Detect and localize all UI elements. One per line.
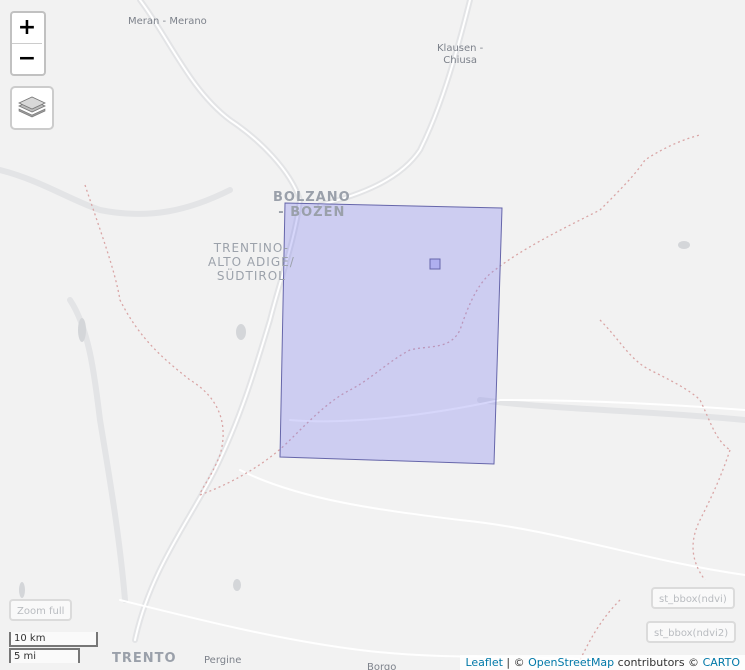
place-label-meran: Meran - Merano	[128, 16, 207, 27]
layers-icon	[18, 96, 46, 118]
layers-control-button[interactable]	[10, 86, 54, 130]
zoom-full-button[interactable]: Zoom full	[9, 599, 73, 621]
map-canvas[interactable]: Meran - Merano Klausen - Chiusa BOLZANO …	[0, 0, 745, 670]
place-label-bolzano: BOLZANO - BOZEN	[273, 190, 351, 220]
leaflet-link[interactable]: Leaflet	[465, 656, 502, 669]
scale-imperial: 5 mi	[9, 648, 80, 663]
zoom-control: + −	[10, 11, 46, 76]
osm-link[interactable]: OpenStreetMap	[528, 656, 614, 669]
zoom-out-button[interactable]: −	[12, 43, 42, 74]
zoom-in-button[interactable]: +	[12, 13, 42, 43]
map-attribution: Leaflet | © OpenStreetMap contributors ©…	[460, 655, 745, 670]
basemap	[0, 0, 745, 661]
carto-link[interactable]: CARTO	[703, 656, 740, 669]
attribution-contributors: contributors ©	[614, 656, 703, 669]
layer-ndvi-button[interactable]: st_bbox(ndvi)	[651, 587, 735, 609]
bbox-ndvi2-polygon[interactable]	[429, 258, 441, 270]
scale-metric: 10 km	[9, 632, 98, 647]
place-label-borgo: Borgo	[367, 662, 397, 670]
place-label-klausen: Klausen - Chiusa	[437, 43, 484, 66]
place-label-trento: TRENTO	[112, 651, 177, 666]
place-label-region: TRENTINO- ALTO ADIGE/ SÜDTIROL	[208, 241, 295, 283]
attribution-separator: | ©	[502, 656, 529, 669]
place-label-pergine: Pergine	[204, 655, 242, 666]
layer-ndvi2-button[interactable]: st_bbox(ndvi2)	[646, 621, 737, 643]
bbox-ndvi-polygon[interactable]	[279, 202, 503, 465]
